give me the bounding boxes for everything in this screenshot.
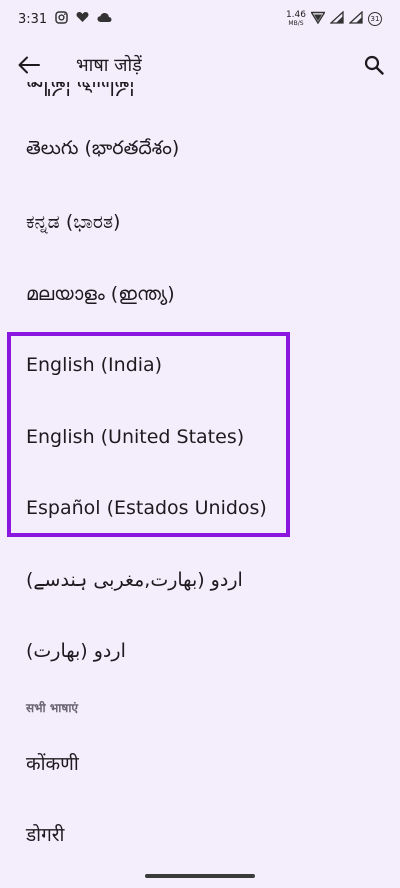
arrow-left-icon bbox=[18, 56, 40, 74]
network-speed-unit: MB/S bbox=[288, 20, 304, 27]
back-button[interactable] bbox=[14, 50, 44, 80]
language-item-dogri[interactable]: डोगरी bbox=[0, 799, 400, 871]
language-item-malayalam[interactable]: മലയാളം (ഇന്ത്യ) bbox=[0, 258, 400, 330]
list-item-partial[interactable]: ꦱꦸꦤ꧀ꦝ ꦆꦤ꧀ꦝꦺ bbox=[26, 82, 134, 96]
language-item-english-us[interactable]: English (United States) bbox=[0, 401, 400, 473]
language-item-spanish-us[interactable]: Español (Estados Unidos) bbox=[0, 473, 400, 545]
home-indicator[interactable] bbox=[145, 874, 255, 878]
language-label: डोगरी bbox=[26, 824, 65, 847]
language-label: Español (Estados Unidos) bbox=[26, 497, 267, 520]
status-right: 1.46 MB/S 31 bbox=[285, 10, 382, 28]
search-button[interactable] bbox=[360, 51, 388, 79]
language-label: తెలుగు (భారతదేశం) bbox=[26, 137, 180, 160]
language-label: اردو (بھارت,مغربی ہندسے) bbox=[26, 568, 243, 591]
language-label: اردو (بھارت) bbox=[26, 640, 126, 663]
heart-icon bbox=[76, 11, 89, 27]
battery-level: 31 bbox=[370, 15, 380, 23]
language-label: कोंकणी bbox=[26, 752, 79, 775]
network-speed-value: 1.46 bbox=[285, 10, 306, 20]
cloud-icon bbox=[97, 12, 112, 27]
status-time: 3:31 bbox=[18, 11, 48, 27]
language-label: English (United States) bbox=[26, 425, 245, 448]
status-left: 3:31 bbox=[18, 10, 112, 28]
language-label: ಕನ್ನಡ (ಭಾರತ) bbox=[26, 211, 121, 234]
battery-icon: 31 bbox=[368, 12, 382, 26]
language-item-urdu-india-eastern[interactable]: اردو (بھارت,مغربی ہندسے) bbox=[0, 544, 400, 616]
section-header-all-languages: सभी भाषाएं bbox=[26, 700, 79, 715]
instagram-icon bbox=[55, 10, 68, 28]
wifi-icon bbox=[310, 11, 326, 28]
search-icon bbox=[364, 55, 384, 75]
page-title: भाषा जोड़ें bbox=[76, 55, 142, 76]
language-label: മലയാളം (ഇന്ത്യ) bbox=[26, 282, 175, 305]
signal-icon-1 bbox=[329, 10, 344, 28]
signal-icon-2 bbox=[348, 10, 363, 28]
language-label: English (India) bbox=[26, 354, 163, 377]
language-item-kannada[interactable]: ಕನ್ನಡ (ಭಾರತ) bbox=[0, 187, 400, 259]
language-item-konkani[interactable]: कोंकणी bbox=[0, 727, 400, 799]
status-bar: 3:31 1.46 MB/S 31 bbox=[0, 0, 400, 38]
language-item-urdu-india[interactable]: اردو (بھارت) bbox=[0, 616, 400, 688]
network-speed: 1.46 MB/S bbox=[285, 10, 306, 28]
list-item-partial-label: ꦱꦸꦤ꧀ꦝ ꦆꦤ꧀ꦝꦺ bbox=[26, 82, 134, 90]
language-item-telugu[interactable]: తెలుగు (భారతదేశం) bbox=[0, 115, 400, 187]
language-list: తెలుగు (భారతదేశం) ಕನ್ನಡ (ಭಾರತ) മലയാളം (ഇ… bbox=[0, 115, 400, 870]
language-item-english-india[interactable]: English (India) bbox=[0, 330, 400, 402]
